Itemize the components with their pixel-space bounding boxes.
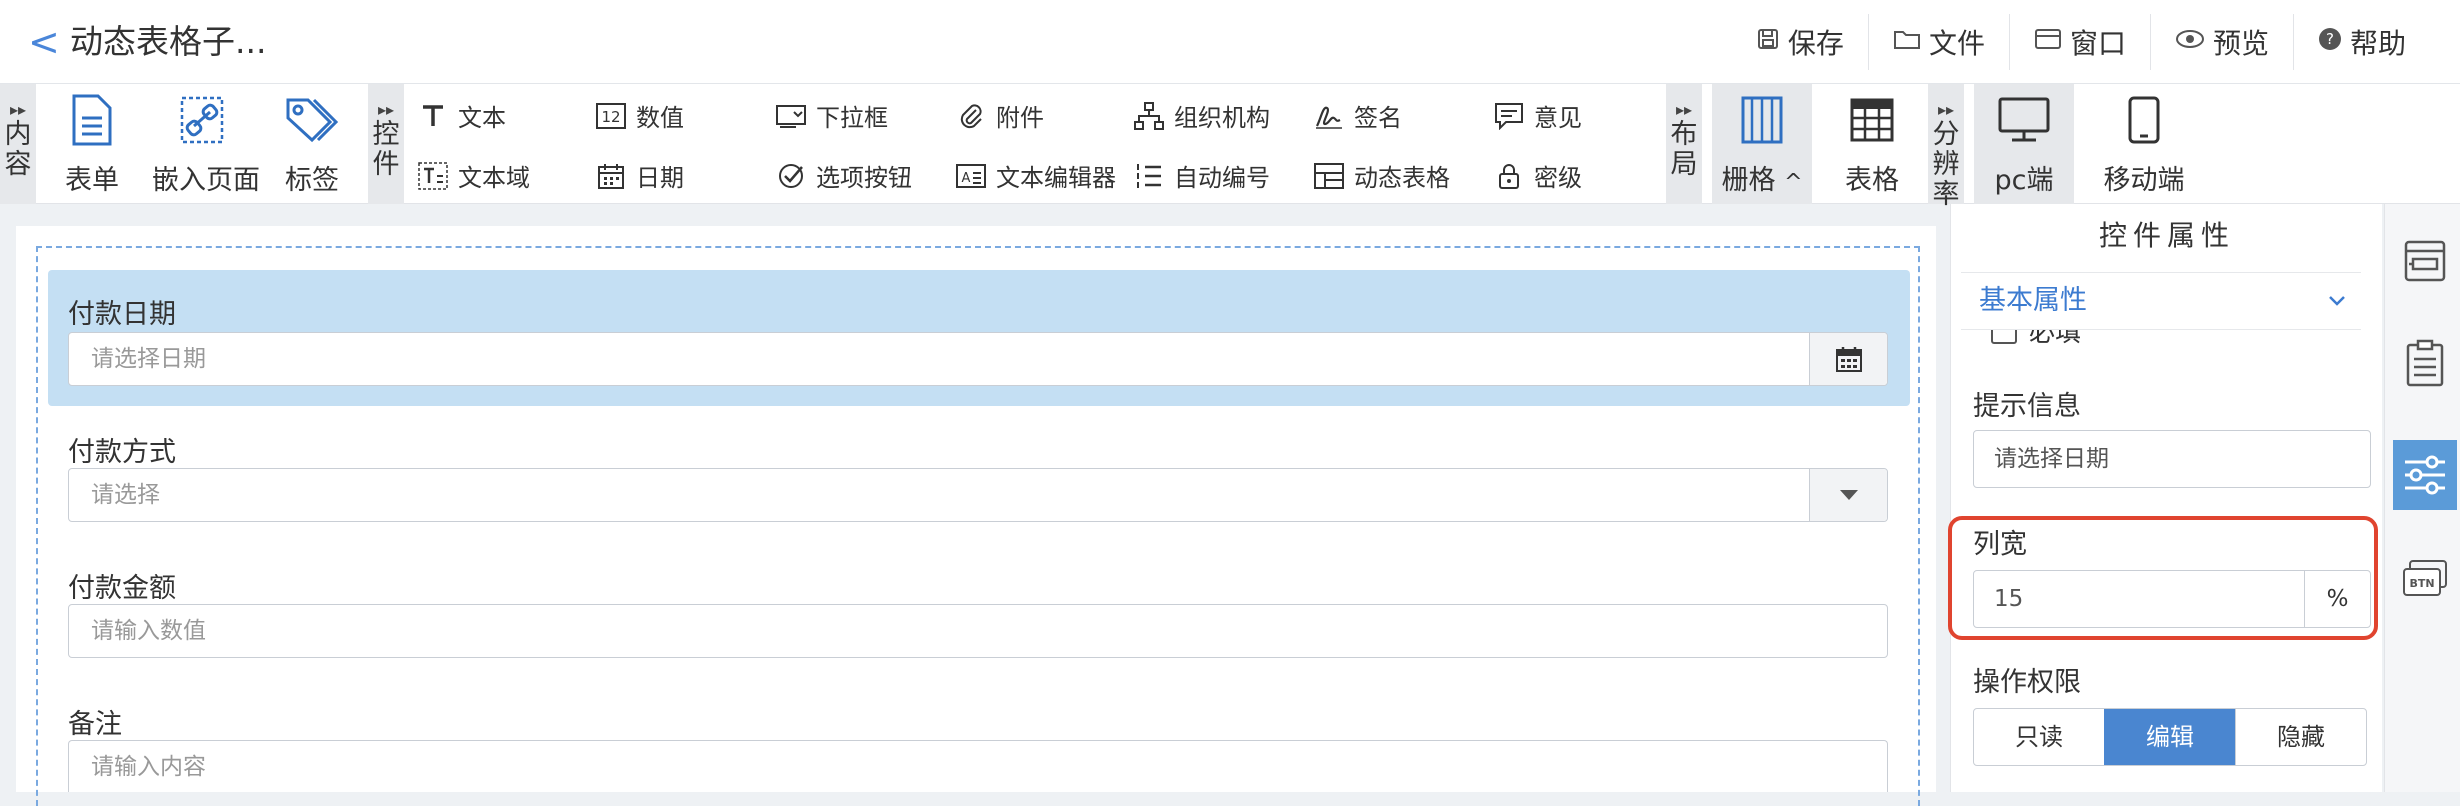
grid-button[interactable]: 栅格 ^ (1712, 84, 1812, 204)
control-signature[interactable]: 签名 (1314, 98, 1402, 133)
control-opinion[interactable]: 意见 (1494, 98, 1582, 133)
double-arrow-icon: ▸▸ (1675, 100, 1693, 119)
text-icon (418, 101, 448, 131)
perm-edit-option[interactable]: 编辑 (2104, 709, 2235, 765)
svg-text:?: ? (2326, 30, 2334, 48)
field-label: 备注 (68, 709, 122, 740)
help-icon: ? (2318, 27, 2342, 58)
double-arrow-icon: ▸▸ (1937, 100, 1955, 119)
chevron-down-icon (2327, 273, 2347, 351)
number-icon: 12 (596, 101, 626, 131)
table-layout-icon (1314, 161, 1344, 191)
double-arrow-icon: ▸▸ (377, 100, 395, 119)
clipboard-icon[interactable] (2393, 328, 2457, 398)
required-checkbox[interactable] (1991, 330, 2017, 344)
svg-text:BTN: BTN (2409, 577, 2434, 590)
control-textarea[interactable]: 文本域 (418, 158, 530, 193)
field-label: 付款金额 (68, 573, 176, 604)
file-button[interactable]: 文件 (1867, 14, 2009, 70)
control-number[interactable]: 12 数值 (596, 98, 684, 133)
required-row: 必填 (1991, 330, 2191, 350)
eye-icon (2175, 27, 2205, 58)
form-button[interactable]: 表单 (42, 92, 142, 202)
table-icon (1822, 92, 1922, 148)
permission-segmented: 只读 编辑 隐藏 (1973, 708, 2367, 766)
right-rail: BTN (2384, 204, 2460, 792)
perm-readonly-option[interactable]: 只读 (1974, 709, 2104, 765)
text-editor-icon: A (956, 161, 986, 191)
control-option-button[interactable]: 选项按钮 (776, 158, 912, 193)
control-auto-number[interactable]: 自动编号 (1134, 158, 1270, 193)
org-chart-icon (1134, 101, 1164, 131)
tag-icon (262, 92, 362, 148)
window-button[interactable]: 窗口 (2008, 14, 2150, 70)
sliders-icon[interactable] (2393, 440, 2457, 510)
payment-method-select[interactable]: 请选择 (68, 468, 1888, 522)
field-label: 付款日期 (68, 299, 176, 330)
control-text-editor[interactable]: A 文本编辑器 (956, 158, 1116, 193)
top-actions: 保存 文件 窗口 预览 ? 帮助 (1732, 14, 2430, 70)
check-circle-icon (776, 161, 806, 191)
highlight-box (1948, 516, 2378, 640)
embed-page-button[interactable]: 嵌入页面 (152, 92, 260, 202)
monitor-icon (1974, 92, 2074, 148)
hint-label: 提示信息 (1973, 391, 2081, 422)
grid-columns-icon (1712, 92, 1812, 148)
link-icon (152, 92, 252, 148)
table-button[interactable]: 表格 (1822, 92, 1922, 202)
pc-button[interactable]: pc端 (1974, 84, 2074, 204)
signature-icon (1314, 101, 1344, 131)
permission-label: 操作权限 (1973, 667, 2081, 698)
remark-input[interactable]: 请输入内容 (68, 740, 1888, 792)
hint-input[interactable]: 请选择日期 (1973, 430, 2371, 488)
phone-icon (2084, 92, 2204, 148)
control-group-toggle[interactable]: ▸▸ 控件 (368, 84, 404, 204)
dropdown-icon (776, 101, 806, 131)
control-attachment[interactable]: 附件 (956, 98, 1044, 133)
button-widget-icon[interactable]: BTN (2393, 544, 2457, 614)
comment-icon (1494, 101, 1524, 131)
basic-properties-header[interactable]: 基本属性 (1961, 272, 2361, 330)
caret-down-icon[interactable] (1809, 469, 1887, 521)
date-input[interactable]: 请选择日期 (68, 332, 1888, 386)
control-text[interactable]: 文本 (418, 98, 506, 133)
top-bar: < 动态表格子... 保存 文件 窗口 预览 ? 帮助 (0, 0, 2460, 84)
numbered-list-icon (1134, 161, 1164, 191)
preview-button[interactable]: 预览 (2149, 14, 2293, 70)
lock-icon (1494, 161, 1524, 191)
amount-input[interactable]: 请输入数值 (68, 604, 1888, 658)
save-button[interactable]: 保存 (1732, 14, 1868, 70)
property-panel: 控件属性 基本属性 必填 提示信息 请选择日期 列宽 15 % 操作权限 只读 … (1950, 204, 2382, 792)
control-secret-level[interactable]: 密级 (1494, 158, 1582, 193)
svg-text:12: 12 (601, 108, 620, 126)
perm-hidden-option[interactable]: 隐藏 (2235, 709, 2366, 765)
panel-title: 控件属性 (2098, 219, 2235, 252)
content-group-toggle[interactable]: ▸▸ 内容 (0, 84, 36, 204)
paperclip-icon (956, 101, 986, 131)
calendar-icon (596, 161, 626, 191)
control-dynamic-table[interactable]: 动态表格 (1314, 158, 1450, 193)
document-icon (42, 92, 142, 148)
save-icon (1756, 27, 1780, 58)
control-date[interactable]: 日期 (596, 158, 684, 193)
chevron-up-icon: ^ (1784, 170, 1803, 195)
field-label: 付款方式 (68, 437, 176, 468)
help-button[interactable]: ? 帮助 (2292, 14, 2430, 70)
folder-icon (1893, 27, 1921, 58)
textarea-icon (418, 161, 448, 191)
layout-group-toggle[interactable]: ▸▸ 布局 (1666, 84, 1702, 204)
calendar-icon[interactable] (1809, 333, 1887, 385)
mobile-button[interactable]: 移动端 (2084, 84, 2204, 204)
form-settings-icon[interactable] (2393, 226, 2457, 296)
window-icon (2034, 27, 2062, 58)
control-dropdown[interactable]: 下拉框 (776, 98, 888, 133)
page-title: 动态表格子... (70, 22, 267, 61)
svg-text:A: A (962, 171, 971, 186)
resolution-group-toggle[interactable]: ▸▸ 分辨率 (1928, 84, 1964, 210)
control-org[interactable]: 组织机构 (1134, 98, 1270, 133)
tag-button[interactable]: 标签 (262, 92, 362, 202)
double-arrow-icon: ▸▸ (9, 100, 27, 119)
back-icon[interactable]: < (28, 22, 60, 62)
